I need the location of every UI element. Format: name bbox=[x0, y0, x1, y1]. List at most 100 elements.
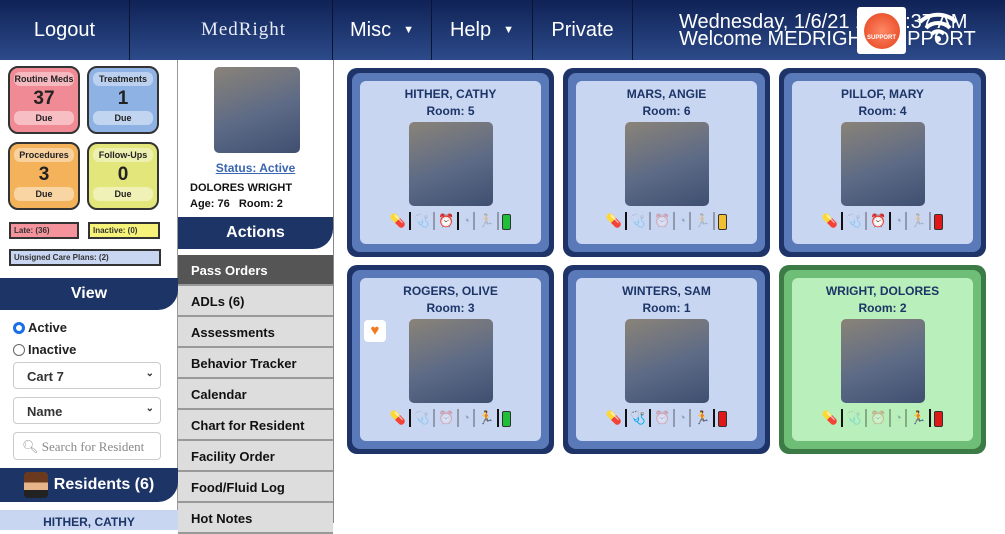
status-battery-icon bbox=[715, 409, 730, 427]
card-body: ROGERS, OLIVE Room: 3 ♥ 💊 🩺 ⏰ ◔ 🏃 bbox=[360, 278, 541, 441]
card-body: WRIGHT, DOLORES Room: 2 💊 🩺 ⏰ ◔ 🏃 bbox=[792, 278, 973, 441]
follow-ups-tile[interactable]: Follow-Ups 0 Due bbox=[87, 142, 159, 210]
resident-card[interactable]: WINTERS, SAM Room: 1 💊 🩺 ⏰ ◔ 🏃 bbox=[563, 265, 770, 454]
logout-label: Logout bbox=[33, 18, 96, 41]
left-panel: Routine Meds 37 Due Treatments 1 Due Procedu… bbox=[0, 60, 178, 530]
pill-icon: 💊 bbox=[819, 409, 843, 427]
activity-icon: 🏃 bbox=[691, 409, 716, 427]
pill-icon bbox=[175, 20, 198, 40]
resident-card[interactable]: MARS, ANGIE Room: 6 💊 🩺 ⏰ ◔ 🏃 bbox=[563, 68, 770, 257]
activity-icon: 🏃 bbox=[907, 212, 932, 230]
action-item[interactable]: Chart for Resident bbox=[178, 410, 333, 441]
sort-select[interactable]: Name ⌄ bbox=[13, 397, 161, 424]
action-item[interactable]: Calendar bbox=[178, 379, 333, 410]
resident-room: Room: 4 bbox=[858, 104, 907, 118]
resident-name: DOLORES WRIGHT bbox=[190, 182, 293, 194]
chevron-down-icon: ▼ bbox=[503, 24, 515, 36]
action-item[interactable]: Facility Order bbox=[178, 441, 333, 472]
vitals-icon: ◔ bbox=[675, 409, 692, 427]
misc-menu[interactable]: Misc ▼ bbox=[333, 0, 432, 60]
tile-count: 1 bbox=[117, 88, 129, 109]
stethoscope-icon: 🩺 bbox=[411, 212, 436, 230]
card-frame: ROGERS, OLIVE Room: 3 ♥ 💊 🩺 ⏰ ◔ 🏃 bbox=[352, 270, 549, 449]
search-placeholder: Search for Resident bbox=[41, 439, 145, 454]
action-item[interactable]: Food/Fluid Log bbox=[178, 472, 333, 503]
status-battery-icon bbox=[931, 212, 946, 230]
tile-title: Routine Meds bbox=[14, 72, 74, 86]
tile-due: Due bbox=[14, 111, 74, 125]
resident-card[interactable]: HITHER, CATHY Room: 5 💊 🩺 ⏰ ◔ 🏃 bbox=[347, 68, 554, 257]
chevron-down-icon: ⌄ bbox=[145, 403, 154, 414]
support-button[interactable]: SUPPORT bbox=[857, 7, 906, 54]
tile-count: 37 bbox=[33, 88, 55, 109]
resident-room: Room: 3 bbox=[426, 301, 475, 315]
resident-list-item[interactable]: HITHER, CATHY bbox=[0, 510, 178, 530]
vitals-icon: ◔ bbox=[891, 212, 908, 230]
card-icons: 💊 🩺 ⏰ ◔ 🏃 bbox=[360, 212, 541, 230]
vitals-icon: ◔ bbox=[891, 409, 908, 427]
residents-header[interactable]: Residents (6) bbox=[0, 468, 178, 502]
heart-icon: ♥ bbox=[364, 320, 386, 342]
tile-title: Treatments bbox=[93, 72, 153, 86]
active-radio[interactable]: Active bbox=[13, 320, 67, 335]
private-button[interactable]: Private bbox=[533, 0, 633, 60]
resident-photo bbox=[840, 122, 925, 206]
routine-meds-tile[interactable]: Routine Meds 37 Due bbox=[8, 66, 80, 134]
tile-title: Procedures bbox=[14, 148, 74, 162]
room: Room: 2 bbox=[238, 198, 283, 210]
sort-value: Name bbox=[27, 404, 63, 419]
resident-card[interactable]: WRIGHT, DOLORES Room: 2 💊 🩺 ⏰ ◔ 🏃 bbox=[779, 265, 986, 454]
status-link[interactable]: Status: Active bbox=[178, 161, 333, 175]
activity-icon: 🏃 bbox=[475, 409, 500, 427]
action-item[interactable]: ADLs (6) bbox=[178, 286, 333, 317]
resident-room: Room: 5 bbox=[426, 104, 475, 118]
stethoscope-icon: 🩺 bbox=[411, 409, 436, 427]
stethoscope-icon: 🩺 bbox=[843, 212, 868, 230]
late-badge[interactable]: Late: (36) bbox=[9, 222, 79, 239]
wifi-icon bbox=[918, 12, 958, 50]
card-icons: 💊 🩺 ⏰ ◔ 🏃 bbox=[360, 409, 541, 427]
help-menu[interactable]: Help ▼ bbox=[432, 0, 533, 60]
radio-unchecked-icon bbox=[13, 343, 25, 356]
alarm-icon: ⏰ bbox=[651, 409, 676, 427]
action-item[interactable]: Behavior Tracker bbox=[178, 348, 333, 379]
unsigned-care-plans-badge[interactable]: Unsigned Care Plans: (2) bbox=[9, 249, 161, 266]
search-input[interactable]: 🔍︎ Search for Resident bbox=[13, 432, 161, 460]
cart-select[interactable]: Cart 7 ⌄ bbox=[13, 362, 161, 389]
pill-icon: 💊 bbox=[819, 212, 843, 230]
status-battery-icon bbox=[499, 212, 514, 230]
residents-title: Residents (6) bbox=[53, 476, 155, 493]
vitals-icon: ◔ bbox=[459, 212, 476, 230]
alarm-icon: ⏰ bbox=[435, 409, 460, 427]
resident-card[interactable]: PILLOF, MARY Room: 4 💊 🩺 ⏰ ◔ 🏃 bbox=[779, 68, 986, 257]
radio-checked-icon bbox=[13, 321, 25, 334]
action-item[interactable]: Assessments bbox=[178, 317, 333, 348]
misc-label: Misc bbox=[350, 18, 392, 41]
treatments-tile[interactable]: Treatments 1 Due bbox=[87, 66, 159, 134]
resident-photo bbox=[214, 67, 300, 153]
card-icons: 💊 🩺 ⏰ ◔ 🏃 bbox=[576, 409, 757, 427]
pill-icon: 💊 bbox=[387, 212, 411, 230]
age: Age: 76 bbox=[190, 198, 230, 210]
top-nav: Logout MedRight Misc ▼ Help ▼ Private Wedn… bbox=[0, 0, 1005, 60]
card-icons: 💊 🩺 ⏰ ◔ 🏃 bbox=[792, 409, 973, 427]
action-item[interactable]: Pass Orders bbox=[178, 255, 333, 286]
inactive-label: Inactive bbox=[28, 342, 77, 357]
logout-button[interactable]: Logout bbox=[0, 0, 130, 60]
activity-icon: 🏃 bbox=[475, 212, 500, 230]
resident-name: HITHER, CATHY bbox=[404, 87, 497, 101]
tile-count: 3 bbox=[38, 164, 50, 185]
action-item[interactable]: Hot Notes bbox=[178, 503, 333, 534]
inactive-badge[interactable]: Inactive: (0) bbox=[88, 222, 160, 239]
alarm-icon: ⏰ bbox=[651, 212, 676, 230]
card-body: WINTERS, SAM Room: 1 💊 🩺 ⏰ ◔ 🏃 bbox=[576, 278, 757, 441]
inactive-radio[interactable]: Inactive bbox=[13, 342, 76, 357]
resident-name: WINTERS, SAM bbox=[622, 284, 711, 298]
card-body: MARS, ANGIE Room: 6 💊 🩺 ⏰ ◔ 🏃 bbox=[576, 81, 757, 244]
status-battery-icon bbox=[715, 212, 730, 230]
tile-due: Due bbox=[14, 187, 74, 201]
stethoscope-icon: 🩺 bbox=[627, 409, 652, 427]
resident-card[interactable]: ROGERS, OLIVE Room: 3 ♥ 💊 🩺 ⏰ ◔ 🏃 bbox=[347, 265, 554, 454]
resident-photo bbox=[624, 122, 709, 206]
procedures-tile[interactable]: Procedures 3 Due bbox=[8, 142, 80, 210]
